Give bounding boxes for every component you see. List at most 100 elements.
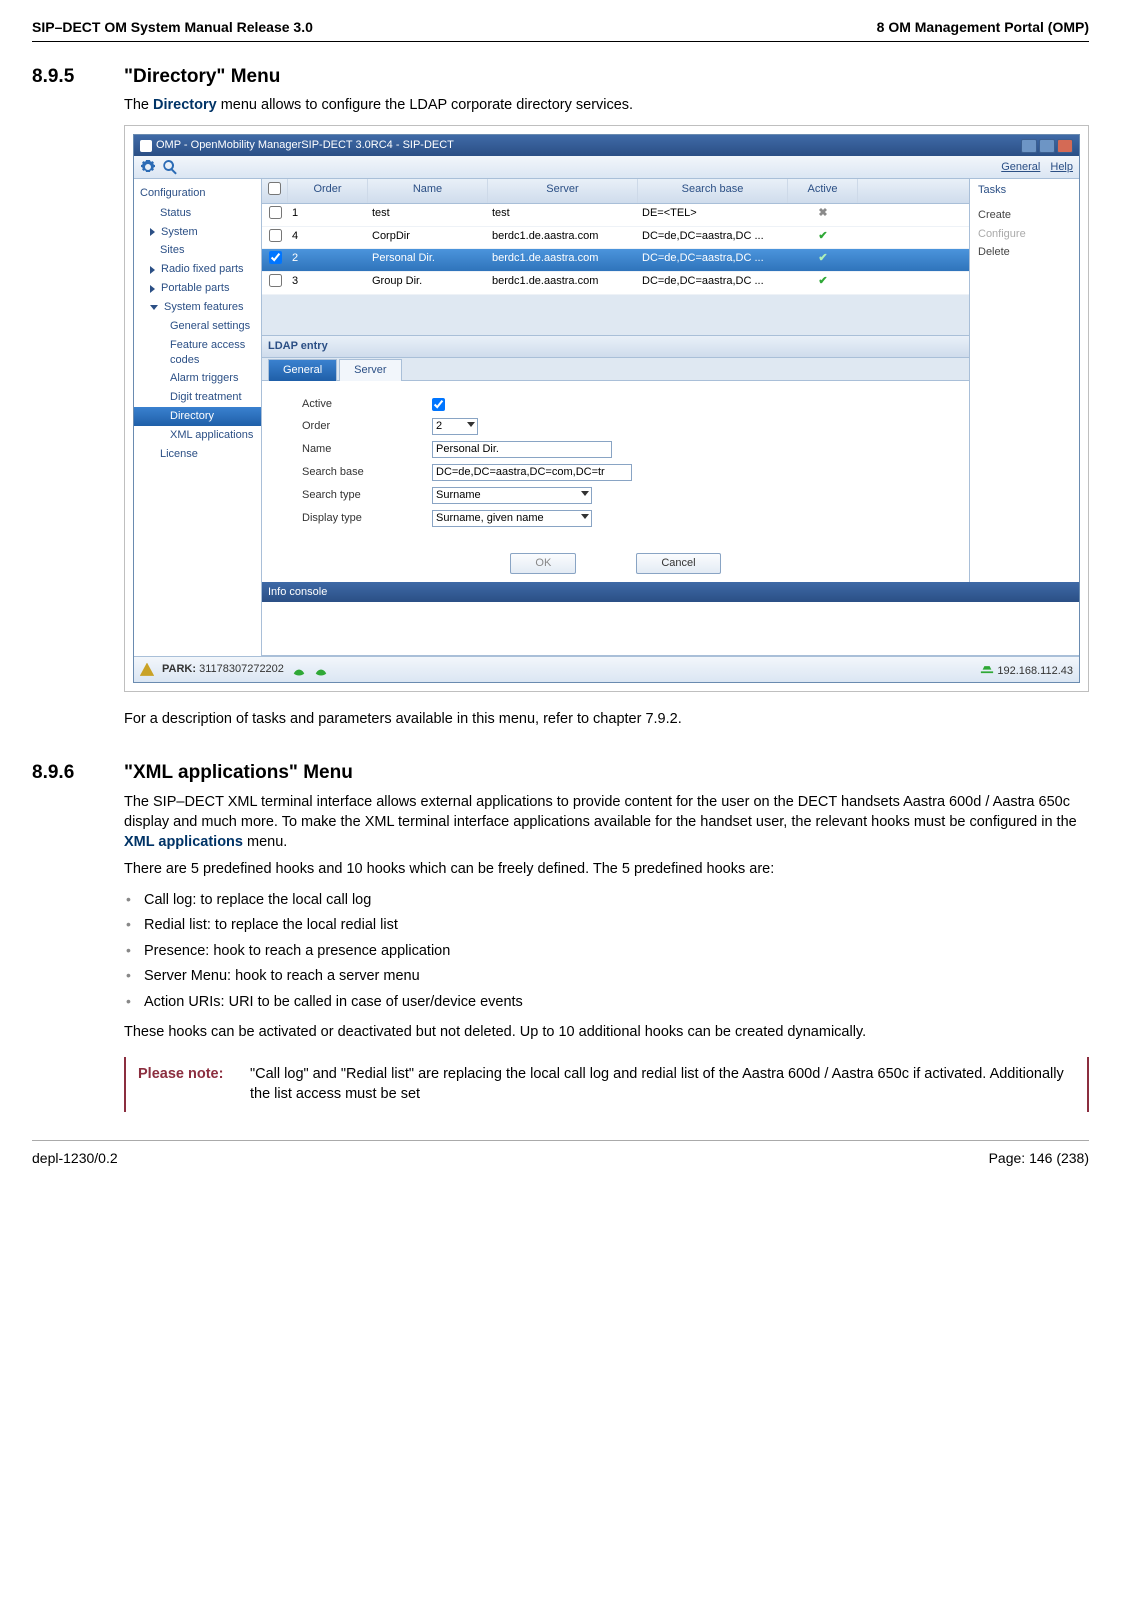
omp-titlebar: OMP - OpenMobility ManagerSIP-DECT 3.0RC…	[134, 135, 1079, 156]
help-link[interactable]: Help	[1050, 160, 1073, 175]
maximize-button[interactable]	[1039, 139, 1055, 153]
row-checkbox[interactable]	[269, 206, 282, 219]
sidebar-system-features[interactable]: System features	[134, 298, 261, 317]
cell-searchbase: DE=<TEL>	[638, 204, 788, 226]
chevron-down-icon	[150, 305, 158, 310]
sidebar-sites[interactable]: Sites	[134, 241, 261, 260]
section-895-title: "Directory" Menu	[124, 64, 280, 90]
cell-searchbase: DC=de,DC=aastra,DC ...	[638, 227, 788, 249]
park-label-text: PARK:	[162, 663, 196, 675]
label-searchtype: Search type	[302, 488, 432, 503]
ldap-form: Active Order 2 Name	[262, 381, 969, 541]
minimize-button[interactable]	[1021, 139, 1037, 153]
row-checkbox[interactable]	[269, 251, 282, 264]
row-checkbox[interactable]	[269, 274, 282, 287]
note-text: "Call log" and "Redial list" are replaci…	[250, 1065, 1075, 1104]
info-console-heading: Info console	[262, 582, 1079, 603]
app-icon	[140, 140, 152, 152]
order-value: 2	[436, 419, 442, 434]
sidebar-license[interactable]: License	[134, 445, 261, 464]
col-searchbase[interactable]: Search base	[638, 179, 788, 203]
section-895-heading: 8.9.5 "Directory" Menu	[32, 64, 1089, 90]
section-896-p1: The SIP–DECT XML terminal interface allo…	[124, 793, 1089, 852]
park-value: 31178307272202	[199, 663, 284, 675]
table-row[interactable]: 1 test test DE=<TEL> ✖	[262, 204, 969, 227]
header-left: SIP–DECT OM System Manual Release 3.0	[32, 18, 313, 37]
col-active[interactable]: Active	[788, 179, 858, 203]
cell-server: berdc1.de.aastra.com	[488, 249, 638, 271]
doc-footer: depl-1230/0.2 Page: 146 (238)	[32, 1140, 1089, 1168]
status-ip-value: 192.168.112.43	[997, 665, 1073, 677]
info-console-body	[262, 602, 1079, 656]
sidebar-directory-selected[interactable]: Directory	[134, 407, 261, 426]
xml-applications-bold: XML applications	[124, 834, 243, 850]
doc-header: SIP–DECT OM System Manual Release 3.0 8 …	[32, 18, 1089, 42]
sidebar-system[interactable]: System	[134, 223, 261, 242]
gear-icon[interactable]	[140, 159, 156, 175]
cell-server: test	[488, 204, 638, 226]
table-row[interactable]: 3 Group Dir. berdc1.de.aastra.com DC=de,…	[262, 272, 969, 295]
section-896-p3: These hooks can be activated or deactiva…	[124, 1023, 1089, 1043]
label-active: Active	[302, 397, 432, 412]
cell-searchbase: DC=de,DC=aastra,DC ...	[638, 272, 788, 294]
status-ip: 192.168.112.43	[980, 660, 1073, 679]
sidebar-radio-fixed-parts[interactable]: Radio fixed parts	[134, 260, 261, 279]
table-header: Order Name Server Search base Active	[262, 179, 969, 204]
section-896-heading: 8.9.6 "XML applications" Menu	[32, 760, 1089, 786]
active-checkbox[interactable]	[432, 398, 445, 411]
sidebar-digit-treatment[interactable]: Digit treatment	[134, 388, 261, 407]
label-name: Name	[302, 442, 432, 457]
searchbase-input[interactable]	[432, 464, 632, 481]
displaytype-select[interactable]: Surname, given name	[432, 510, 592, 527]
ok-button[interactable]: OK	[510, 553, 576, 574]
select-all-checkbox[interactable]	[268, 182, 281, 195]
tab-general[interactable]: General	[268, 359, 337, 381]
ldap-entry-heading: LDAP entry	[262, 335, 969, 358]
p1-pre: The SIP–DECT XML terminal interface allo…	[124, 794, 1077, 830]
sidebar-configuration[interactable]: Configuration	[134, 183, 261, 204]
searchtype-select[interactable]: Surname	[432, 487, 592, 504]
task-configure[interactable]: Configure	[978, 225, 1071, 244]
cell-order: 4	[288, 227, 368, 249]
cell-name: Personal Dir.	[368, 249, 488, 271]
cell-server: berdc1.de.aastra.com	[488, 272, 638, 294]
chevron-right-icon	[150, 228, 155, 236]
search-icon[interactable]	[162, 159, 178, 175]
chevron-right-icon	[150, 266, 155, 274]
table-row-selected[interactable]: 2 Personal Dir. berdc1.de.aastra.com DC=…	[262, 249, 969, 272]
active-icon: ✔	[818, 275, 827, 287]
active-icon: ✔	[818, 230, 827, 242]
general-link[interactable]: General	[1001, 160, 1040, 175]
col-order[interactable]: Order	[288, 179, 368, 203]
tab-server[interactable]: Server	[339, 359, 401, 381]
ldap-tabs: General Server	[262, 358, 969, 381]
sidebar-general-settings[interactable]: General settings	[134, 317, 261, 336]
task-delete[interactable]: Delete	[978, 243, 1071, 262]
order-select[interactable]: 2	[432, 418, 478, 435]
sidebar-alarm-triggers[interactable]: Alarm triggers	[134, 369, 261, 388]
list-item: Action URIs: URI to be called in case of…	[124, 990, 1089, 1016]
col-name[interactable]: Name	[368, 179, 488, 203]
task-create[interactable]: Create	[978, 206, 1071, 225]
name-input[interactable]	[432, 441, 612, 458]
col-server[interactable]: Server	[488, 179, 638, 203]
omp-body: Configuration Status System Sites Radio …	[134, 179, 1079, 656]
table-row[interactable]: 4 CorpDir berdc1.de.aastra.com DC=de,DC=…	[262, 227, 969, 250]
sidebar-portable-parts[interactable]: Portable parts	[134, 279, 261, 298]
cell-name: CorpDir	[368, 227, 488, 249]
sidebar-xml-applications[interactable]: XML applications	[134, 426, 261, 445]
section-895-after: For a description of tasks and parameter…	[124, 710, 1089, 730]
directory-bold: Directory	[153, 97, 217, 113]
row-checkbox[interactable]	[269, 229, 282, 242]
header-right: 8 OM Management Portal (OMP)	[877, 18, 1089, 37]
list-item: Server Menu: hook to reach a server menu	[124, 964, 1089, 990]
section-896-p2: There are 5 predefined hooks and 10 hook…	[124, 860, 1089, 880]
omp-main: Order Name Server Search base Active 1	[262, 179, 1079, 656]
close-button[interactable]	[1057, 139, 1073, 153]
sidebar-feature-access-codes[interactable]: Feature access codes	[134, 336, 261, 370]
omp-toolbar: General Help	[134, 156, 1079, 179]
status-ok-icon-2	[314, 663, 328, 677]
sidebar-status[interactable]: Status	[134, 204, 261, 223]
label-order: Order	[302, 419, 432, 434]
cancel-button[interactable]: Cancel	[636, 553, 720, 574]
